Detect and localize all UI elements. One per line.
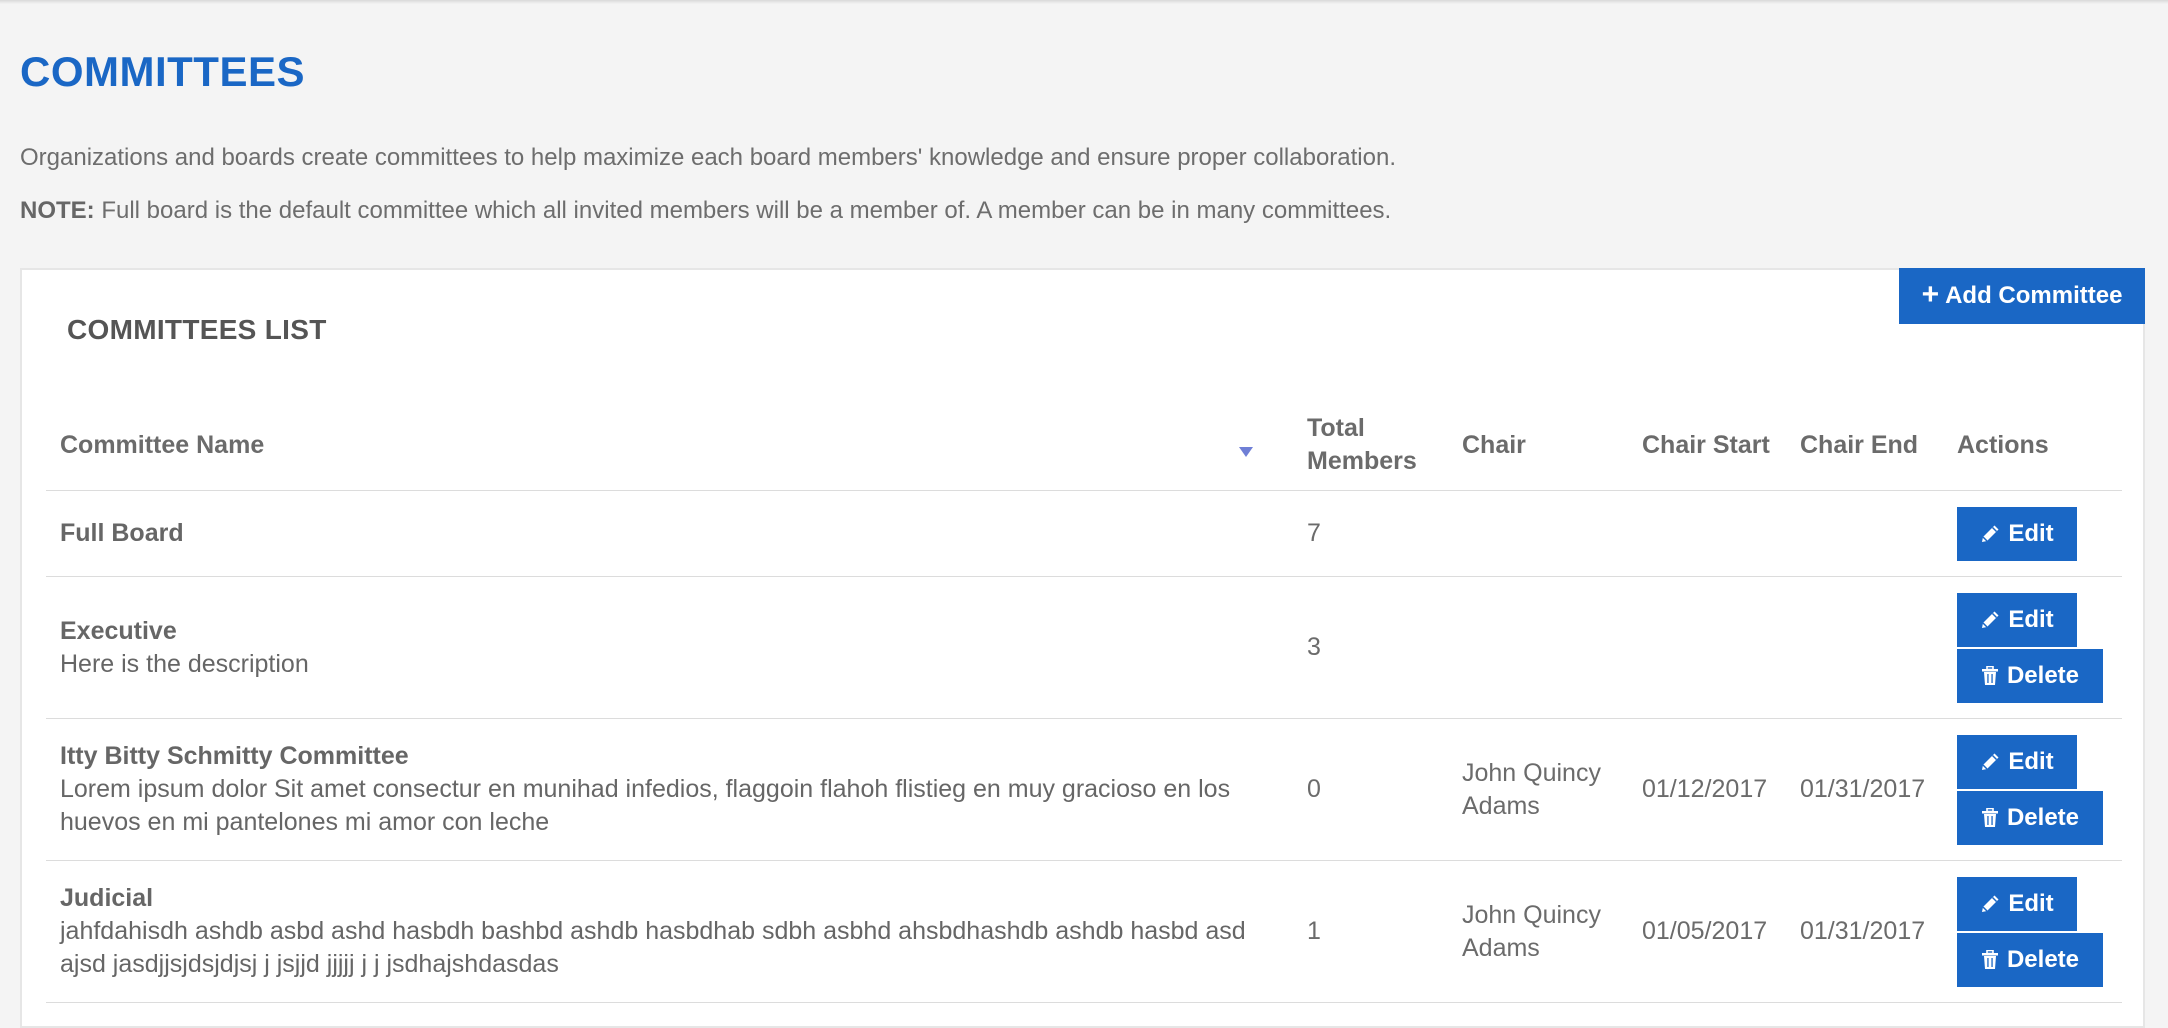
committee-description: Here is the description (60, 649, 309, 678)
delete-label: Delete (2006, 803, 2080, 831)
total-members: 0 (1293, 718, 1448, 861)
table-row: Full Board 7 Edit (46, 490, 2122, 577)
add-committee-button[interactable]: + Add Committee (1899, 268, 2145, 324)
chair-start (1628, 490, 1786, 577)
actions-cell: Edit Delete (1943, 718, 2122, 861)
column-label: Total (1307, 414, 1365, 442)
note-label: NOTE: (20, 197, 95, 224)
trash-icon (1981, 949, 1998, 969)
chair-start (1628, 576, 1786, 719)
committee-name: Judicial (60, 884, 154, 912)
committees-list-panel: COMMITTEES LIST + Add Committee Committe… (20, 268, 2145, 1028)
delete-button[interactable]: Delete (1957, 648, 2103, 703)
edit-button[interactable]: Edit (1957, 876, 2077, 931)
edit-label: Edit (2008, 519, 2054, 547)
delete-label: Delete (2006, 945, 2080, 973)
total-members: 7 (1293, 490, 1448, 577)
pencil-icon (1982, 753, 1999, 770)
panel-title: COMMITTEES LIST (67, 314, 327, 345)
committees-page: COMMITTEES Organizations and boards crea… (0, 0, 2168, 1028)
chair: John Quincy Adams (1448, 718, 1628, 861)
chair-start: 01/05/2017 (1628, 860, 1786, 1003)
committee-description: Lorem ipsum dolor Sit amet consectur en … (60, 775, 1231, 836)
chair-end: 01/31/2017 (1786, 860, 1943, 1003)
edit-button[interactable]: Edit (1957, 592, 2077, 647)
trash-icon (1981, 807, 1998, 827)
committee-cell: Judicial jahfdahisdh ashdb asbd ashd has… (46, 860, 1293, 1003)
table-row: Executive Here is the description 3 Edit (46, 576, 2122, 719)
committee-cell: Itty Bitty Schmitty Committee Lorem ipsu… (46, 718, 1293, 861)
committee-name: Executive (60, 616, 177, 645)
table-row: Itty Bitty Schmitty Committee Lorem ipsu… (46, 718, 2122, 861)
committee-name: Full Board (60, 519, 184, 547)
column-label: Committee Name (60, 430, 265, 459)
plus-icon: + (1921, 277, 1940, 311)
total-members: 3 (1293, 576, 1448, 719)
pencil-icon (1982, 525, 1999, 542)
note-text: NOTE: Full board is the default committe… (20, 193, 1391, 229)
pencil-icon (1982, 611, 1999, 628)
chair-end (1786, 576, 1943, 719)
column-label: Members (1307, 447, 1417, 475)
add-committee-label: Add Committee (1945, 282, 2123, 309)
actions-cell: Edit (1943, 490, 2122, 577)
column-header-chair-start: Chair Start (1628, 400, 1786, 491)
committee-cell: Full Board (46, 490, 1293, 577)
edit-button[interactable]: Edit (1957, 734, 2077, 789)
committee-name: Itty Bitty Schmitty Committee (60, 742, 409, 770)
delete-button[interactable]: Delete (1957, 790, 2103, 845)
intro-text: Organizations and boards create committe… (20, 144, 1396, 171)
column-header-total-members: Total Members (1293, 400, 1448, 491)
chair (1448, 576, 1628, 719)
table-row: Judicial jahfdahisdh ashdb asbd ashd has… (46, 860, 2122, 1003)
column-header-chair: Chair (1448, 400, 1628, 491)
pencil-icon (1982, 895, 1999, 912)
edit-button[interactable]: Edit (1957, 506, 2077, 561)
column-header-chair-end: Chair End (1786, 400, 1943, 491)
actions-cell: Edit Delete (1943, 860, 2122, 1003)
actions-cell: Edit Delete (1943, 576, 2122, 719)
chair-start: 01/12/2017 (1628, 718, 1786, 861)
chair: John Quincy Adams (1448, 860, 1628, 1003)
column-header-committee-name[interactable]: Committee Name (46, 400, 1293, 491)
column-header-actions: Actions (1943, 400, 2122, 491)
trash-icon (1981, 665, 1998, 685)
total-members: 1 (1293, 860, 1448, 1003)
chair-end (1786, 490, 1943, 577)
committee-description: jahfdahisdh ashdb asbd ashd hasbdh bashb… (60, 917, 1246, 978)
delete-button[interactable]: Delete (1957, 932, 2103, 987)
committee-cell: Executive Here is the description (46, 576, 1293, 719)
chair (1448, 490, 1628, 577)
table-header-row: Committee Name Total Members Chair Chair… (46, 400, 2122, 491)
note-body: Full board is the default committee whic… (94, 197, 1392, 224)
edit-label: Edit (2008, 889, 2054, 917)
committees-table: Committee Name Total Members Chair Chair… (46, 400, 2122, 1003)
sort-down-icon[interactable] (1239, 447, 1253, 457)
page-title: COMMITTEES (20, 48, 305, 95)
chair-end: 01/31/2017 (1786, 718, 1943, 861)
edit-label: Edit (2008, 605, 2054, 633)
delete-label: Delete (2006, 661, 2080, 689)
edit-label: Edit (2008, 747, 2054, 775)
